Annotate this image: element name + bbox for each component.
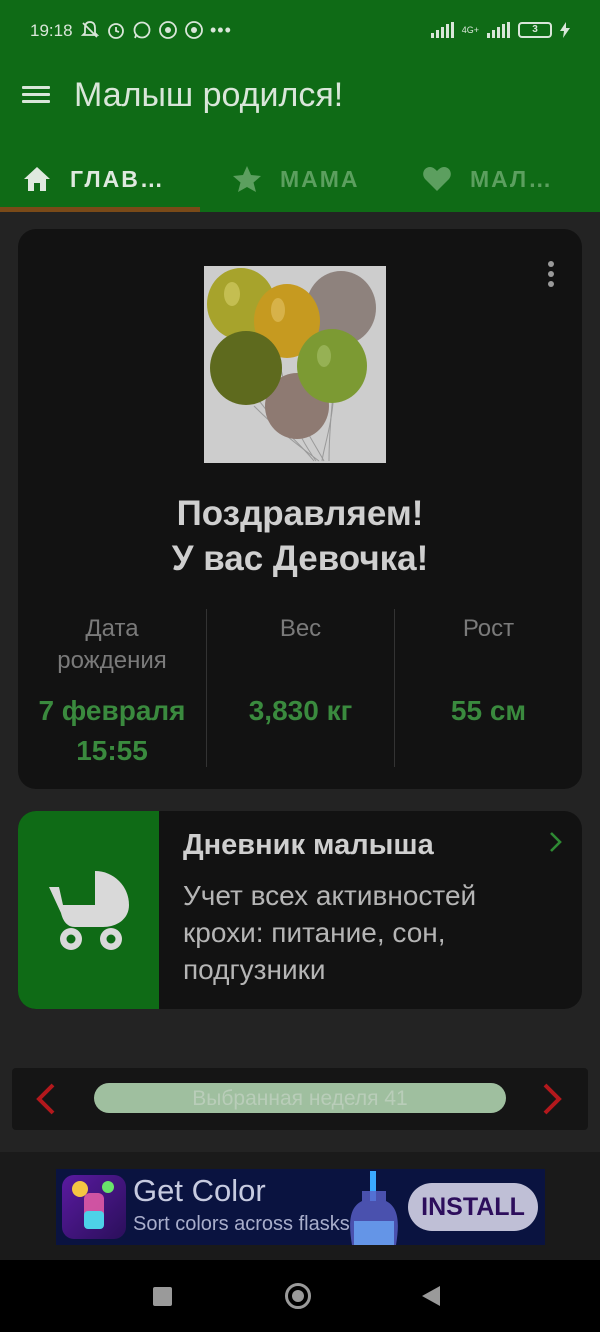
flask-icon — [350, 1171, 398, 1245]
prev-week-arrow-icon[interactable] — [34, 1082, 58, 1116]
bell-off-icon — [80, 21, 100, 38]
app-bar: Малыш родился! — [0, 64, 600, 146]
battery-icon: 3 — [518, 22, 552, 38]
congrats-line-1: Поздравляем! — [176, 494, 424, 533]
stat-weight: Вес 3,830 кг — [206, 609, 394, 767]
next-week-arrow-icon[interactable] — [540, 1082, 564, 1116]
stat-height: Рост 55 см — [394, 609, 582, 767]
balloons-image — [204, 266, 386, 463]
screen: 19:18 ••• 4G+ 3 Малыш родился! ГЛАВ… МАМ… — [0, 0, 600, 1332]
tab-bar: ГЛАВ… МАМА МАЛ… — [0, 146, 600, 212]
heart-icon — [422, 164, 452, 194]
tab-active-indicator — [0, 207, 200, 212]
week-selector: Выбранная неделя 41 — [12, 1068, 588, 1130]
charging-icon — [560, 22, 570, 38]
system-nav-bar — [0, 1260, 600, 1332]
network-type: 4G+ — [461, 25, 479, 35]
diary-title: Дневник малыша — [183, 829, 434, 861]
ad-app-icon — [62, 1175, 126, 1239]
recents-icon[interactable] — [153, 1287, 172, 1306]
hamburger-menu-icon[interactable] — [22, 82, 52, 112]
stat-label: Вес — [279, 615, 322, 642]
ad-subtitle: Sort colors across flasks — [133, 1213, 350, 1235]
ad-title: Get Color — [133, 1173, 266, 1208]
stat-label: Рост — [462, 615, 515, 642]
app-title: Малыш родился! — [74, 76, 344, 114]
status-bar: 19:18 ••• 4G+ 3 — [0, 0, 600, 64]
status-time: 19:18 — [30, 21, 73, 40]
install-button[interactable]: INSTALL — [408, 1183, 538, 1231]
stroller-icon — [48, 871, 129, 950]
stat-value: 3,830 кг — [248, 695, 353, 726]
back-icon[interactable] — [422, 1286, 440, 1306]
selected-week-label[interactable]: Выбранная неделя 41 — [94, 1083, 506, 1113]
congrats-title: Поздравляем! У вас Девочка! — [18, 491, 582, 581]
tab-home-label: ГЛАВ… — [70, 165, 165, 192]
signal-icon-2 — [487, 22, 510, 38]
stat-label: Дата рождения — [57, 615, 167, 674]
ad-banner[interactable]: Get Color Sort colors across flasks INST… — [56, 1169, 545, 1245]
status-right: 4G+ 3 — [430, 22, 570, 38]
home-icon — [22, 164, 52, 194]
chrome-icon — [185, 21, 203, 39]
ad-zone: Get Color Sort colors across flasks INST… — [0, 1152, 600, 1260]
alarm-icon — [108, 23, 124, 39]
birth-stats: Дата рождения 7 февраля 15:55 Вес 3,830 … — [18, 609, 582, 767]
signal-icon — [430, 22, 454, 38]
tab-mom-label: МАМА — [280, 165, 360, 192]
tab-home[interactable]: ГЛАВ… — [0, 146, 200, 212]
more-vert-icon[interactable] — [548, 261, 556, 287]
diary-icon-panel — [18, 811, 159, 1009]
tab-baby[interactable]: МАЛ… — [400, 146, 600, 212]
tab-baby-label: МАЛ… — [470, 165, 554, 192]
stat-value: 55 см — [450, 695, 527, 726]
congrats-line-2: У вас Девочка! — [171, 539, 429, 578]
chevron-right-icon — [550, 832, 562, 852]
tab-mom[interactable]: МАМА — [200, 146, 400, 212]
diary-description: Учет всех активностей крохи: питание, со… — [183, 880, 477, 985]
home-button-icon[interactable] — [285, 1283, 311, 1309]
more-dots-icon: ••• — [210, 20, 232, 40]
whatsapp-icon — [133, 21, 151, 39]
chrome-icon — [159, 21, 177, 39]
stat-birth-date: Дата рождения 7 февраля 15:55 — [18, 609, 206, 767]
star-icon — [232, 164, 262, 194]
diary-card[interactable]: Дневник малыша Учет всех активностей кро… — [18, 811, 582, 1009]
status-notification-icons: ••• — [80, 20, 232, 41]
stat-value: 7 февраля 15:55 — [38, 695, 186, 766]
congrats-card: Поздравляем! У вас Девочка! Дата рождени… — [18, 229, 582, 789]
